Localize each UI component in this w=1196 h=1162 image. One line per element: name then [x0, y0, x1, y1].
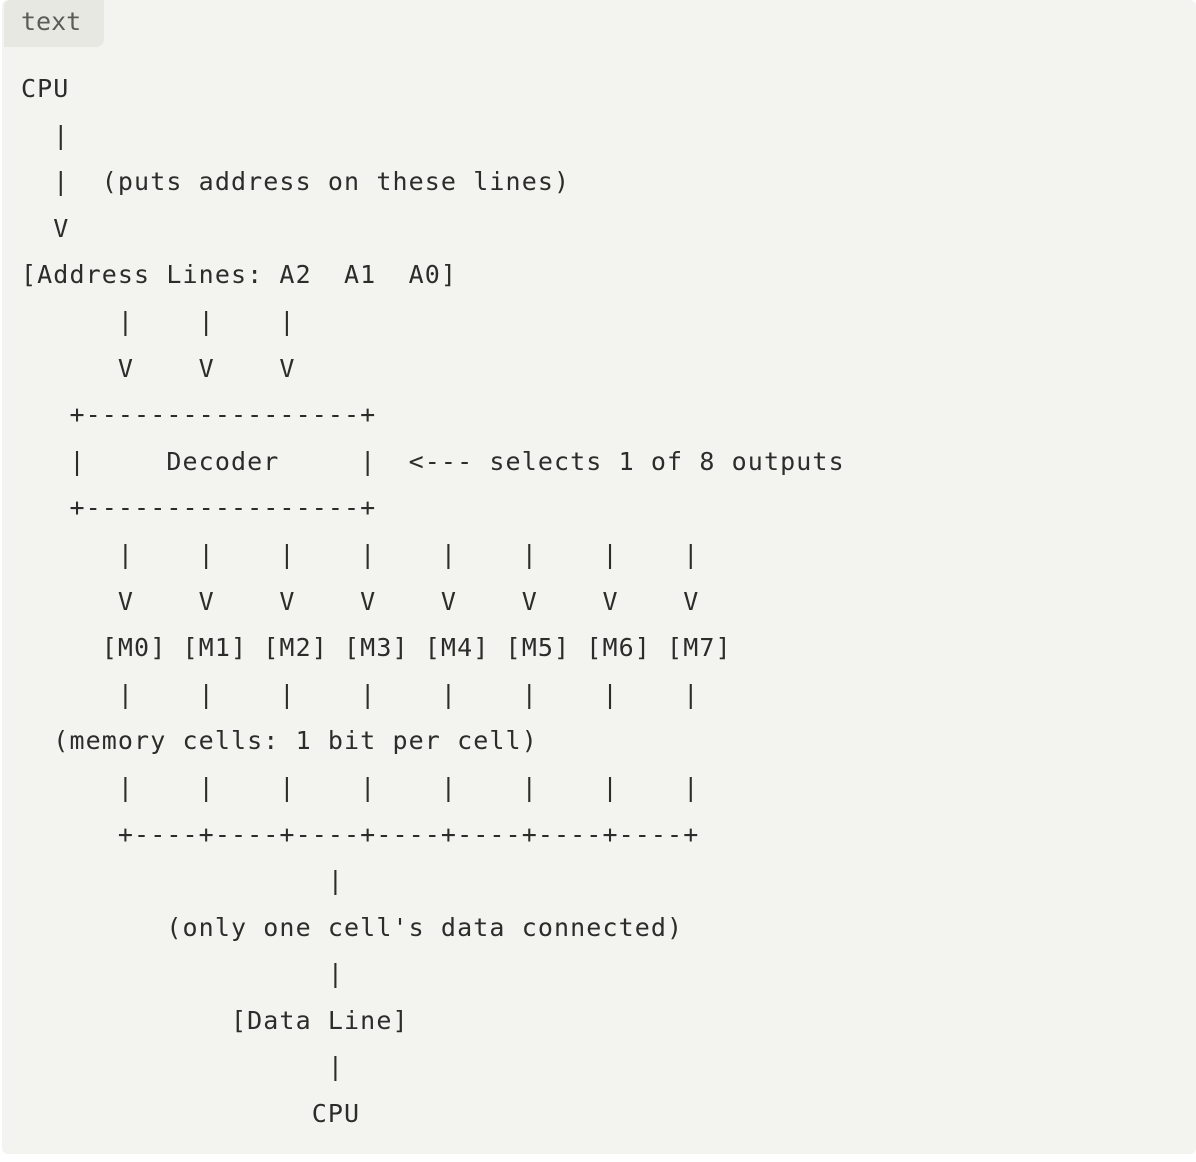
code-line: | [21, 120, 70, 150]
code-line: | Decoder | <--- selects 1 of 8 outputs [21, 446, 845, 476]
language-label: text [21, 7, 82, 36]
code-line: | (puts address on these lines) [21, 167, 571, 197]
code-line: | [21, 866, 345, 896]
code-line: (only one cell's data connected) [21, 912, 684, 942]
code-content[interactable]: CPU | | (puts address on these lines) V [… [21, 66, 845, 1138]
code-line: | | | | | | | | [21, 772, 700, 802]
code-line: (memory cells: 1 bit per cell) [21, 726, 538, 756]
code-line: +-----------------+ [21, 493, 377, 523]
code-block: text CPU | | (puts address on these line… [2, 0, 1196, 1154]
code-line: V V V [21, 353, 296, 383]
code-line: | | | | | | | | [21, 539, 700, 569]
code-line: CPU [21, 74, 70, 103]
code-line: V [21, 213, 70, 243]
code-line: +-----------------+ [21, 400, 377, 430]
code-line: [Data Line] [21, 1005, 409, 1035]
code-line: V V V V V V V V [21, 586, 700, 616]
code-line: [M0] [M1] [M2] [M3] [M4] [M5] [M6] [M7] [21, 633, 732, 663]
code-line: +----+----+----+----+----+----+----+ [21, 819, 700, 849]
code-line: CPU [21, 1099, 361, 1129]
language-tab: text [4, 0, 104, 47]
code-line: | [21, 959, 345, 989]
code-line: [Address Lines: A2 A1 A0] [21, 260, 458, 290]
code-line: | | | [21, 306, 296, 336]
code-line: | | | | | | | | [21, 679, 700, 709]
code-line: | [21, 1052, 345, 1082]
